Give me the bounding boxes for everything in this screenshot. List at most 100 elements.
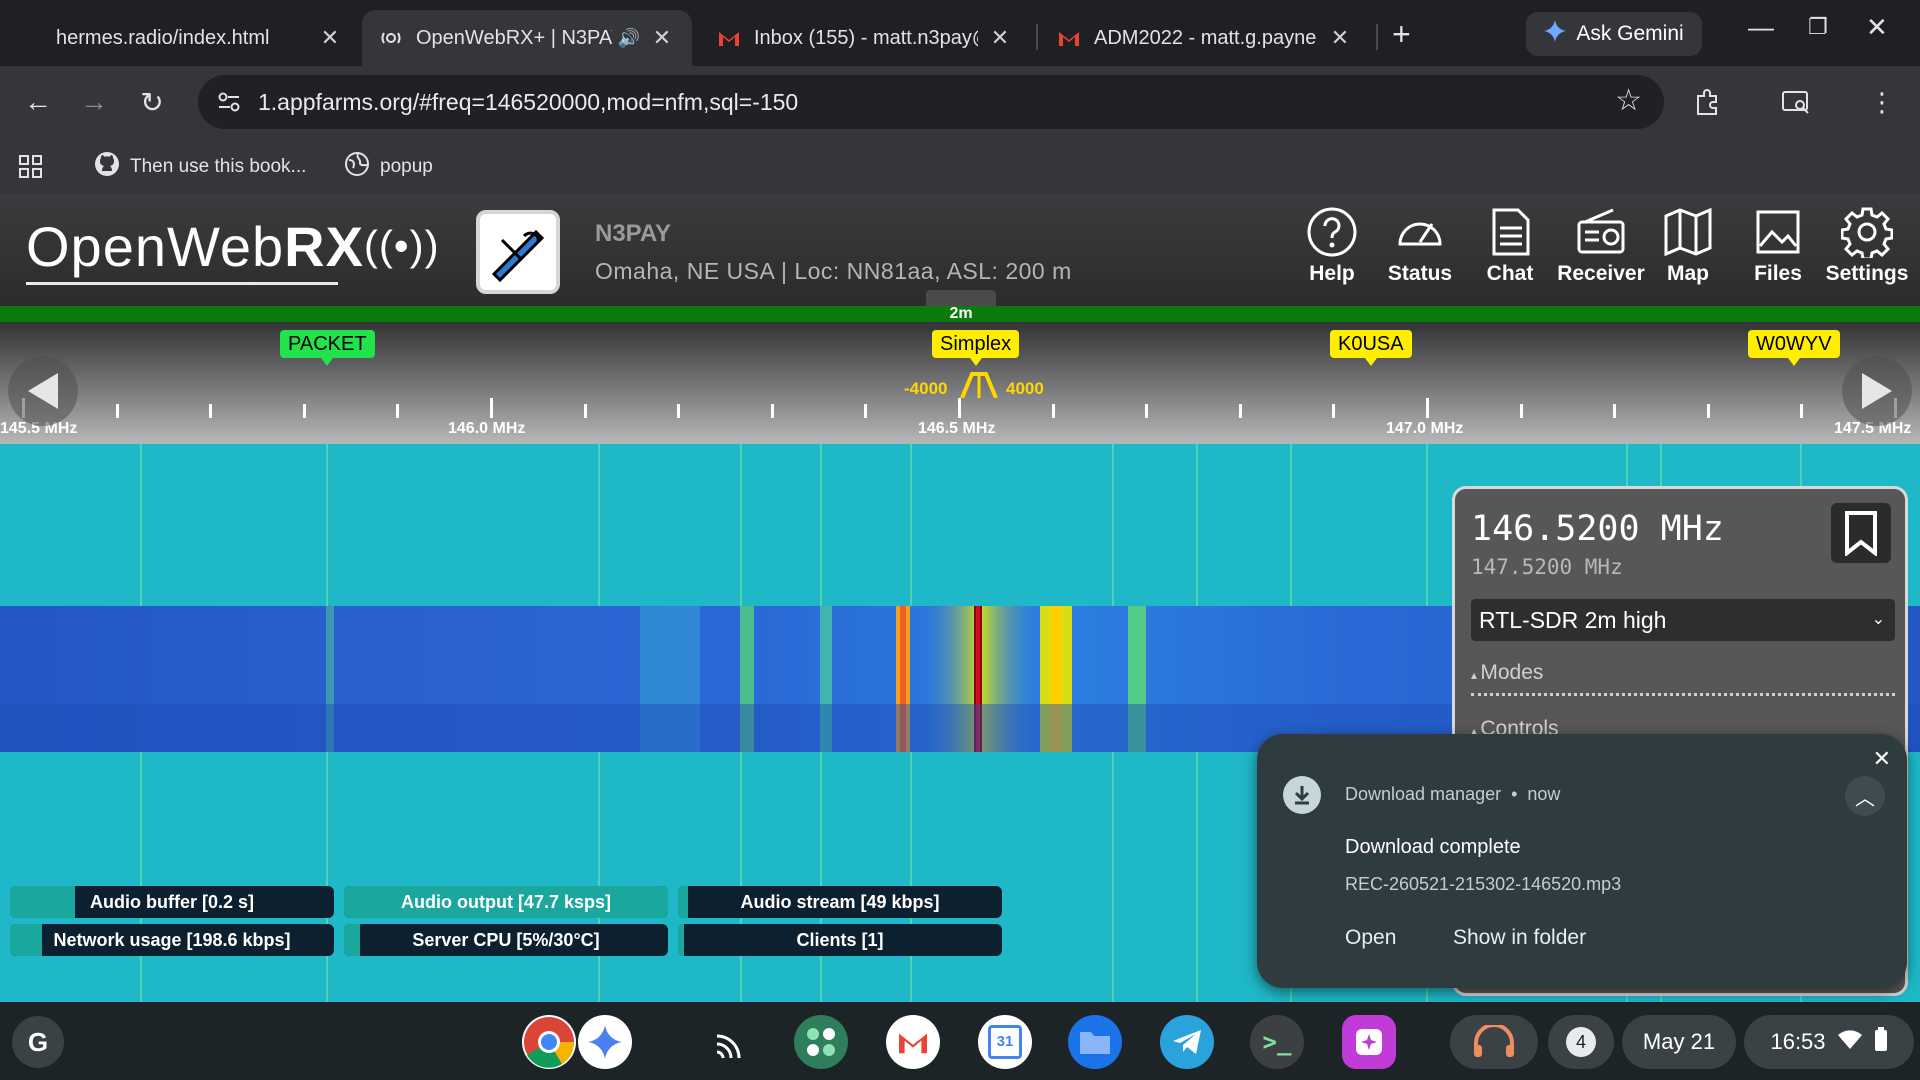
openwebrx-logo[interactable]: OpenWebRX((•)) [26,214,440,279]
back-icon[interactable]: ← [16,80,60,124]
tab-search-icon[interactable] [1776,82,1816,122]
github-icon [94,151,120,183]
window-close-icon[interactable]: ✕ [1866,12,1888,43]
menu-kebab-icon[interactable]: ⋮ [1862,82,1902,122]
notification-title: Download complete [1345,836,1521,858]
status-button[interactable]: Status [1380,206,1460,302]
radio-icon [1577,208,1625,254]
new-tab-button[interactable]: + [1392,16,1411,53]
receiver-callsign: N3PAY [595,220,672,247]
progress-fill [678,924,685,956]
minimize-icon[interactable]: — [1748,12,1774,43]
openwebrx-header: OpenWebRX((•)) N3PAY Omaha, NE USA | Loc… [0,194,1920,306]
open-button[interactable]: Open [1345,926,1396,950]
bookmark-marker-k0usa[interactable]: K0USA [1330,330,1412,366]
tab-inbox[interactable]: Inbox (155) - matt.n3pay@ ✕ [700,10,1030,66]
scale-tick [864,404,868,418]
receiver-frequency[interactable]: 146.5200 MHz [1471,509,1724,549]
restore-icon[interactable]: ❐ [1808,14,1828,40]
bookmark-marker-simplex[interactable]: Simplex [932,330,1020,366]
files-button[interactable]: Files [1748,206,1808,302]
tab-title: hermes.radio/index.html [56,26,270,49]
scale-tick [1800,404,1804,418]
apps-launcher-icon[interactable] [794,1015,848,1069]
marker-label: K0USA [1338,333,1404,355]
screencast-app-icon[interactable] [1342,1015,1396,1069]
freq-label-146-0: 146.0 MHz [448,420,526,437]
help-icon [1307,207,1357,257]
calendar-app-icon[interactable]: 31 [978,1015,1032,1069]
close-icon[interactable]: ✕ [1326,25,1354,51]
scale-tick [1706,404,1710,418]
sdr-profile-value: RTL-SDR 2m high [1479,607,1667,633]
help-button[interactable]: Help [1302,206,1362,302]
map-button[interactable]: Map [1660,206,1716,302]
sdr-profile-select[interactable]: RTL-SDR 2m high ⌄ [1471,599,1895,641]
scale-tick [1238,404,1242,418]
filter-high-offset: 4000 [1006,379,1044,398]
ask-gemini-button[interactable]: Ask Gemini [1526,12,1702,56]
add-bookmark-button[interactable] [1831,503,1891,563]
notification-count: 4 [1566,1027,1596,1057]
site-info-icon[interactable] [214,87,244,117]
tab-adm2022[interactable]: ADM2022 - matt.g.payne@ ✕ [1040,10,1370,66]
close-icon[interactable]: ✕ [648,25,676,51]
passband-filter-icon[interactable] [960,372,998,403]
frequency-scale[interactable]: PACKET Simplex K0USA W0WYV -4000 4000 14… [0,322,1920,444]
status-tray[interactable]: 16:53 [1744,1015,1914,1069]
status-label: Network usage [198.6 kbps] [53,930,291,950]
launcher-button[interactable]: G [12,1016,64,1068]
close-icon[interactable]: ✕ [986,25,1014,51]
wifi-icon [1837,1029,1862,1055]
receiver-button[interactable]: Receiver [1552,206,1650,302]
bookmark-then-use-this-book[interactable]: Then use this book... [94,150,306,184]
forward-icon[interactable]: → [72,80,116,124]
files-label: Files [1754,262,1802,285]
scale-tick [1145,404,1149,418]
collapse-header-tab[interactable] [926,290,996,306]
address-bar[interactable]: 1.appfarms.org/#freq=146520000,mod=nfm,s… [198,75,1664,129]
gmail-app-icon[interactable] [886,1015,940,1069]
date-tray[interactable]: May 21 [1622,1015,1736,1069]
chevron-up-icon[interactable]: ︿ [1845,776,1885,816]
scroll-left-arrow-icon[interactable] [8,356,78,426]
chrome-icon[interactable] [522,1015,576,1069]
cast-app-icon[interactable] [704,1015,758,1069]
filter-low-offset: -4000 [904,379,948,398]
tab-hermes[interactable]: hermes.radio/index.html ✕ [40,10,360,66]
chat-button[interactable]: Chat [1478,206,1542,302]
progress-fill [10,886,75,918]
status-label: Audio output [47.7 ksps] [400,892,611,912]
terminal-app-icon[interactable]: >_ [1250,1015,1304,1069]
scroll-right-arrow-icon[interactable] [1842,356,1912,426]
reload-icon[interactable]: ↻ [130,80,174,124]
bookmark-label: Then use this book... [130,156,307,177]
tab-strip: hermes.radio/index.html ✕ OpenWebRX+ | N… [0,0,1920,66]
settings-button[interactable]: Settings [1820,206,1914,302]
gauge-icon [1398,222,1442,246]
band-label: 2m [949,305,973,322]
bookmark-popup[interactable]: popup [344,150,433,184]
bookmark-marker-w0wyv[interactable]: W0WYV [1748,330,1840,366]
notification-count-badge[interactable]: 4 [1548,1015,1614,1069]
speaker-icon[interactable]: 🔊 [618,28,640,49]
headphones-icon[interactable] [1450,1015,1538,1069]
marker-pointer [321,358,334,366]
modes-section-toggle[interactable]: ▴ Modes [1471,661,1895,696]
chromeos-shelf: G 31 >_ 4 May 21 16:53 [0,1002,1920,1080]
status-audio-stream: Audio stream [49 kbps] [678,886,1002,918]
files-app-icon[interactable] [1068,1015,1122,1069]
apps-grid-icon[interactable] [18,150,44,184]
gmail-icon [1056,25,1082,51]
close-icon[interactable]: ✕ [316,25,344,51]
show-in-folder-button[interactable]: Show in folder [1453,926,1586,950]
telegram-app-icon[interactable] [1160,1015,1214,1069]
bookmark-star-icon[interactable]: ☆ [1615,83,1642,118]
tab-openwebrx[interactable]: OpenWebRX+ | N3PAY 🔊 ✕ [362,10,692,66]
marker-pointer [1364,358,1377,366]
gemini-app-icon[interactable] [578,1015,632,1069]
bookmark-marker-packet[interactable]: PACKET [280,330,375,366]
extensions-icon[interactable] [1688,82,1728,122]
document-icon [1492,208,1530,256]
close-icon[interactable]: ✕ [1873,746,1891,772]
